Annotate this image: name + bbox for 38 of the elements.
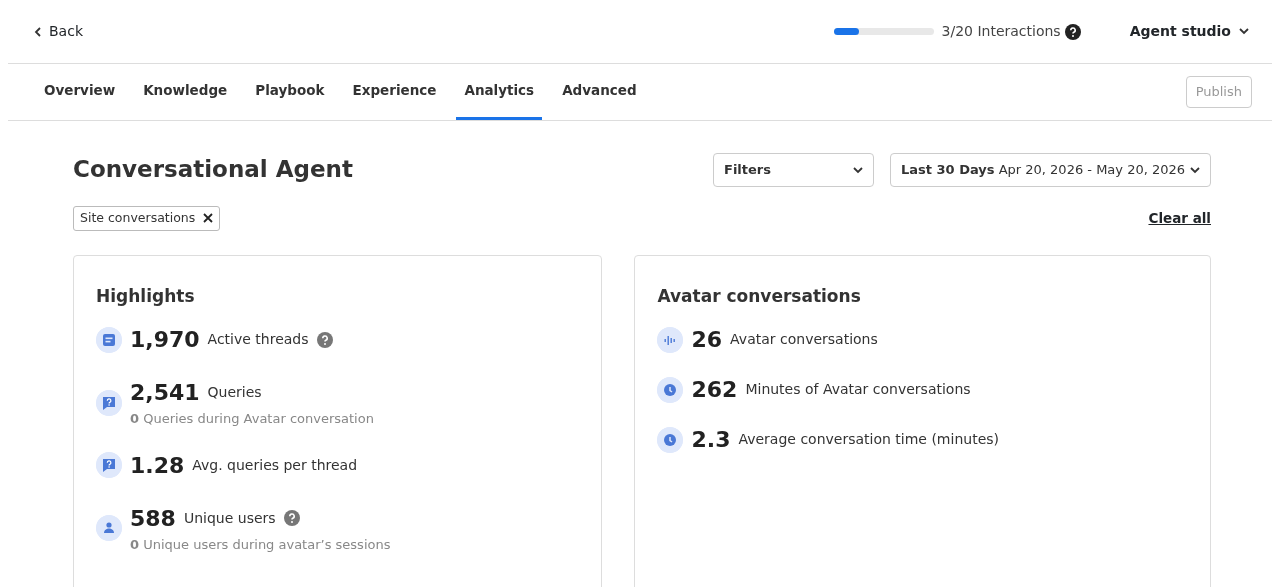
metric-subtext: 0 Unique users during avatar’s sessions [130, 535, 391, 554]
metric-value: 2,541 [130, 379, 200, 408]
date-range-dropdown[interactable]: Last 30 Days Apr 20, 2026 - May 20, 2026 [890, 153, 1211, 187]
tab[interactable]: Playbook [247, 64, 333, 120]
chip-label: Site conversations [80, 209, 196, 227]
metric-value: 1,970 [130, 326, 200, 355]
tab[interactable]: Advanced [554, 64, 645, 120]
usage-label: 3/20 Interactions [941, 22, 1061, 41]
metric-value: 262 [691, 376, 738, 405]
tab[interactable]: Knowledge [135, 64, 236, 120]
clear-all-link[interactable]: Clear all [1148, 208, 1211, 229]
tab[interactable]: Analytics [456, 64, 543, 120]
back-link[interactable]: Back [34, 21, 83, 42]
metric-label: Avatar conversations [730, 330, 878, 350]
metric-value: 1.28 [130, 451, 185, 480]
chevron-left-icon [34, 26, 41, 37]
card-title: Avatar conversations [657, 284, 862, 308]
metric-value: 2.3 [691, 426, 731, 455]
metric-label: Avg. queries per thread [192, 455, 358, 475]
metric-label: Average conversation time (minutes) [738, 430, 999, 450]
filters-dropdown[interactable]: Filters [713, 153, 874, 187]
tab[interactable]: Overview [36, 64, 124, 120]
chevron-down-icon [853, 166, 863, 174]
chevron-down-icon [1190, 166, 1200, 174]
card-title: Highlights [96, 284, 196, 308]
metric-label: Unique users [183, 508, 276, 528]
metric-label: Minutes of Avatar conversations [745, 380, 971, 400]
metric-value: 588 [130, 504, 176, 533]
close-icon[interactable] [203, 213, 214, 224]
metric-subtext: 0 Queries during Avatar conversation [130, 410, 374, 429]
page-title: Conversational Agent [73, 156, 353, 184]
metric-label: Active threads [207, 330, 309, 350]
workspace-dropdown[interactable]: Agent studio [1128, 20, 1250, 43]
metric-value: 26 [691, 326, 723, 355]
metric-label: Queries [207, 383, 262, 403]
help-icon[interactable] [1064, 23, 1081, 40]
tab[interactable]: Experience [344, 64, 445, 120]
chevron-down-icon [1239, 28, 1249, 35]
